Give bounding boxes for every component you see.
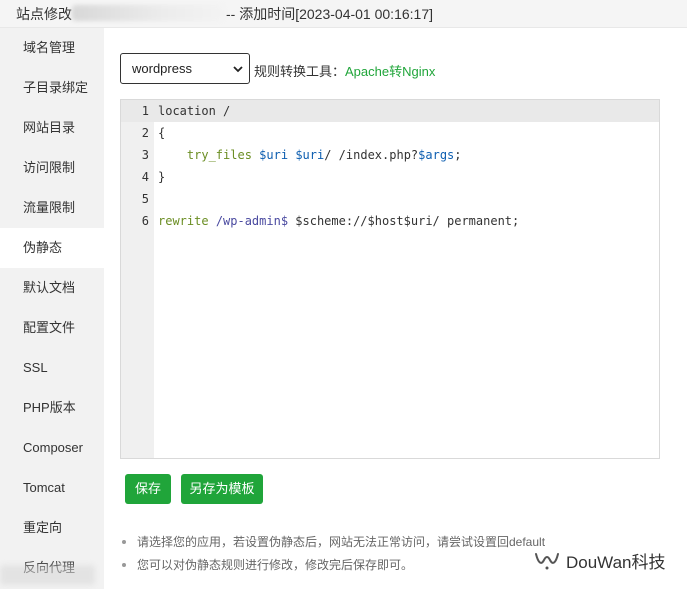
sidebar-item-subdir-binding[interactable]: 子目录绑定 bbox=[0, 68, 104, 108]
sidebar-item-domain[interactable]: 域名管理 bbox=[0, 28, 104, 68]
code-token: location / bbox=[158, 104, 231, 118]
code-token: $uri bbox=[259, 148, 289, 162]
rule-convert-label: 规则转换工具：Apache转Nginx bbox=[254, 61, 435, 80]
sidebar-item-access-limit[interactable]: 访问限制 bbox=[0, 148, 104, 188]
rewrite-template-value: wordpress bbox=[132, 61, 192, 76]
sidebar-item-php-version[interactable]: PHP版本 bbox=[0, 388, 104, 428]
watermark-text: DouWan科技 bbox=[566, 553, 666, 572]
code-token: { bbox=[158, 126, 166, 140]
code-text: try_files $uri $uri/ /index.php?$args; bbox=[158, 144, 462, 166]
dialog-title-prefix: 站点修改 bbox=[16, 6, 72, 22]
code-token: $args bbox=[418, 148, 455, 162]
redacted-corner-overlay bbox=[0, 565, 95, 585]
help-note: 您可以对伪静态规则进行修改，修改完后保存即可。 bbox=[122, 555, 545, 578]
code-line: 3 try_files $uri $uri/ /index.php?$args; bbox=[121, 144, 659, 166]
sidebar-item-config-file[interactable]: 配置文件 bbox=[0, 308, 104, 348]
sidebar-item-redirect[interactable]: 重定向 bbox=[0, 508, 104, 548]
line-number: 5 bbox=[141, 192, 149, 206]
line-number: 6 bbox=[141, 214, 149, 228]
code-token: try_files bbox=[186, 148, 252, 162]
code-text: rewrite /wp-admin$ $scheme://$host$uri/ … bbox=[158, 210, 519, 232]
code-token: rewrite bbox=[158, 214, 209, 228]
code-token: /wp-admin$ bbox=[215, 214, 289, 228]
code-line: 1 location / bbox=[121, 100, 659, 122]
code-text: location / bbox=[158, 100, 230, 122]
rewrite-template-select[interactable]: wordpress bbox=[120, 53, 250, 84]
chevron-down-icon bbox=[233, 66, 243, 73]
code-token: $uri bbox=[295, 148, 325, 162]
sidebar-item-ssl[interactable]: SSL bbox=[0, 348, 104, 388]
sidebar-item-traffic-limit[interactable]: 流量限制 bbox=[0, 188, 104, 228]
line-number: 2 bbox=[141, 126, 149, 140]
code-token: } bbox=[158, 170, 166, 184]
code-text: } bbox=[158, 166, 165, 188]
code-line: 2{ bbox=[121, 122, 659, 144]
sidebar-item-tomcat[interactable]: Tomcat bbox=[0, 468, 104, 508]
help-note: 请选择您的应用，若设置伪静态后，网站无法正常访问，请尝试设置回default bbox=[122, 532, 545, 555]
help-notes: 请选择您的应用，若设置伪静态后，网站无法正常访问，请尝试设置回default 您… bbox=[122, 532, 545, 578]
redacted-site-name bbox=[72, 5, 224, 21]
code-text: { bbox=[158, 122, 165, 144]
sidebar-item-site-directory[interactable]: 网站目录 bbox=[0, 108, 104, 148]
code-token: ; bbox=[454, 148, 462, 162]
dialog-title-suffix: -- 添加时间[2023-04-01 00:16:17] bbox=[226, 6, 433, 22]
wechat-channel-icon bbox=[535, 553, 559, 570]
code-token: $scheme://$host$uri/ permanent; bbox=[288, 214, 520, 228]
rewrite-code-editor[interactable]: 1 location /2{3 try_files $uri $uri/ /ind… bbox=[120, 99, 660, 459]
save-button[interactable]: 保存 bbox=[125, 474, 171, 504]
apache-to-nginx-link[interactable]: Apache转Nginx bbox=[345, 64, 435, 79]
code-line: 4} bbox=[121, 166, 659, 188]
settings-sidebar: 域名管理 子目录绑定 网站目录 访问限制 流量限制 伪静态 默认文档 配置文件 … bbox=[0, 28, 104, 589]
dialog-titlebar: 站点修改 -- 添加时间[2023-04-01 00:16:17] bbox=[0, 0, 687, 28]
sidebar-item-default-doc[interactable]: 默认文档 bbox=[0, 268, 104, 308]
line-number: 4 bbox=[141, 170, 149, 184]
sidebar-item-rewrite[interactable]: 伪静态 bbox=[0, 228, 104, 268]
line-number: 3 bbox=[141, 148, 149, 162]
code-line: 6 rewrite /wp-admin$ $scheme://$host$uri/… bbox=[121, 210, 659, 232]
code-line: 5 bbox=[121, 188, 659, 210]
rule-convert-label-text: 规则转换工具： bbox=[254, 64, 346, 79]
line-number: 1 bbox=[141, 104, 149, 118]
code-token: / /index.php? bbox=[324, 148, 419, 162]
save-as-template-button[interactable]: 另存为模板 bbox=[181, 474, 263, 504]
sidebar-item-composer[interactable]: Composer bbox=[0, 428, 104, 468]
